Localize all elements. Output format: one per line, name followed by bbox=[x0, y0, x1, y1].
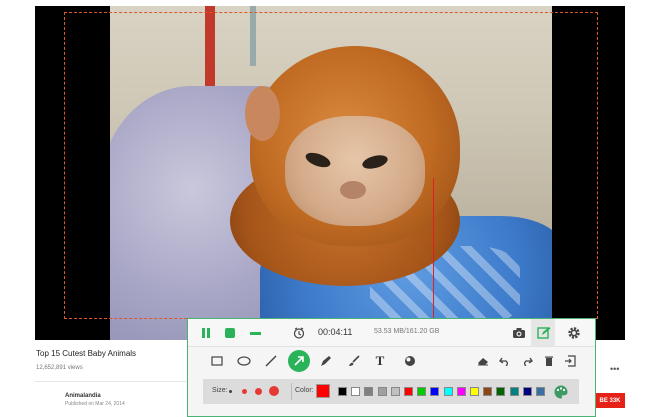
pause-button[interactable] bbox=[197, 324, 215, 342]
clock-icon[interactable] bbox=[290, 324, 308, 342]
size-option-small[interactable] bbox=[242, 389, 247, 394]
color-swatch[interactable] bbox=[509, 387, 519, 396]
color-swatch[interactable] bbox=[351, 387, 361, 396]
view-count: 12,652,891 views bbox=[36, 365, 83, 371]
more-icon[interactable]: ••• bbox=[610, 364, 619, 374]
recording-region-border[interactable] bbox=[64, 12, 598, 319]
divider bbox=[291, 383, 292, 400]
style-options: Size: Color: bbox=[203, 379, 579, 404]
storage-usage: 53.53 MB/161.20 GB bbox=[374, 328, 440, 335]
palette-icon[interactable] bbox=[553, 384, 569, 400]
color-swatch[interactable] bbox=[456, 387, 466, 396]
ellipse-icon[interactable] bbox=[235, 352, 253, 370]
eraser-icon[interactable] bbox=[474, 352, 492, 370]
color-swatch[interactable] bbox=[377, 387, 387, 396]
current-color[interactable] bbox=[316, 384, 330, 398]
line-icon[interactable] bbox=[262, 352, 280, 370]
undo-icon[interactable] bbox=[496, 352, 514, 370]
redo-icon[interactable] bbox=[518, 352, 536, 370]
arrow-icon[interactable] bbox=[288, 350, 310, 372]
size-option-large[interactable] bbox=[269, 386, 279, 396]
color-label: Color: bbox=[295, 387, 314, 394]
color-swatch[interactable] bbox=[390, 387, 400, 396]
stop-button[interactable] bbox=[221, 324, 239, 342]
color-swatch[interactable] bbox=[536, 387, 545, 396]
edit-icon[interactable] bbox=[535, 324, 553, 342]
divider bbox=[35, 381, 190, 382]
minimize-button[interactable] bbox=[246, 324, 264, 342]
blur-icon[interactable] bbox=[401, 352, 419, 370]
camera-icon[interactable] bbox=[510, 324, 528, 342]
color-swatch[interactable] bbox=[470, 387, 479, 396]
color-swatch[interactable] bbox=[522, 387, 532, 396]
text-icon[interactable]: T bbox=[371, 352, 389, 370]
color-swatch[interactable] bbox=[483, 387, 493, 396]
color-swatch[interactable] bbox=[338, 387, 347, 396]
recording-toolbar: 00:04:11 53.53 MB/161.20 GB T Size: Colo… bbox=[187, 318, 596, 417]
video-title: Top 15 Cutest Baby Animals bbox=[36, 349, 137, 358]
size-label: Size: bbox=[212, 387, 228, 394]
subscribe-button[interactable]: BE 33K bbox=[595, 393, 625, 408]
color-swatch[interactable] bbox=[404, 387, 413, 396]
brush-icon[interactable] bbox=[345, 352, 363, 370]
trash-icon[interactable] bbox=[540, 352, 558, 370]
drawing-tools: T bbox=[188, 346, 595, 374]
publish-date: Published on Mar 24, 2014 bbox=[65, 401, 125, 407]
exit-icon[interactable] bbox=[561, 352, 579, 370]
channel-name[interactable]: Animalandia bbox=[65, 393, 101, 399]
color-swatch[interactable] bbox=[364, 387, 374, 396]
pencil-icon[interactable] bbox=[317, 352, 335, 370]
recording-controls: 00:04:11 53.53 MB/161.20 GB bbox=[188, 319, 595, 346]
color-swatch[interactable] bbox=[496, 387, 506, 396]
color-swatch[interactable] bbox=[443, 387, 453, 396]
recording-timer: 00:04:11 bbox=[318, 327, 353, 337]
color-swatch[interactable] bbox=[430, 387, 440, 396]
color-swatch[interactable] bbox=[417, 387, 427, 396]
rectangle-icon[interactable] bbox=[208, 352, 226, 370]
gear-icon[interactable] bbox=[565, 324, 583, 342]
size-option-medium[interactable] bbox=[255, 388, 262, 395]
size-option-xs[interactable] bbox=[229, 390, 232, 393]
